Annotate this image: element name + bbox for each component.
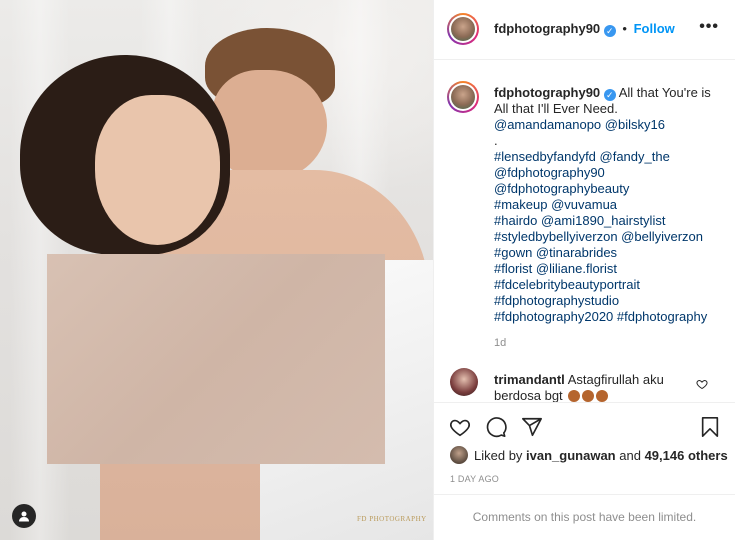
caption-mention[interactable]: @fdphotography90 xyxy=(494,165,724,181)
caption-timestamp[interactable]: 1d xyxy=(494,337,506,349)
more-options-icon[interactable]: ••• xyxy=(699,18,719,36)
save-button[interactable] xyxy=(698,415,722,439)
likes-and: and xyxy=(619,447,641,463)
author-avatar-image xyxy=(451,17,475,41)
caption-hashtag[interactable]: #styledbybellyiverzon @bellyiverzon xyxy=(494,229,724,245)
post-photo[interactable]: FD PHOTOGRAPHY xyxy=(0,0,433,540)
caption-mention[interactable]: @amandamanopo @bilsky16 xyxy=(494,117,724,133)
caption-line: . xyxy=(494,133,498,148)
verified-badge-icon: ✓ xyxy=(603,25,616,37)
caption-hashtag[interactable]: #florist @liliane.florist xyxy=(494,261,724,277)
caption-line: All that You're is xyxy=(618,85,711,100)
caption-hashtag[interactable]: #gown @tinarabrides xyxy=(494,245,724,261)
author-username[interactable]: fdphotography90 xyxy=(494,21,600,36)
caption-author-avatar[interactable] xyxy=(447,81,479,113)
comment-button[interactable] xyxy=(484,415,508,439)
caption-hashtag[interactable]: #fdcelebritybeautyportrait xyxy=(494,277,724,293)
photo-watermark: FD PHOTOGRAPHY xyxy=(357,515,427,523)
commenter-avatar[interactable] xyxy=(450,368,478,396)
heart-icon xyxy=(449,419,471,437)
verified-badge-icon: ✓ xyxy=(603,89,616,101)
post-caption: fdphotography90 ✓ All that You're is All… xyxy=(494,85,724,325)
user-tag-button[interactable] xyxy=(12,504,36,528)
censor-blur xyxy=(47,254,385,464)
caption-line: All that I'll Ever Need. xyxy=(494,101,618,116)
bookmark-icon xyxy=(701,417,719,437)
share-icon xyxy=(522,417,542,437)
separator-dot: • xyxy=(622,21,627,36)
post-header: fdphotography90 ✓ • Follow ••• xyxy=(434,0,735,60)
header-author-line: fdphotography90 ✓ • Follow xyxy=(494,21,675,37)
monkey-emoji-icon xyxy=(582,390,595,402)
liker-username[interactable]: ivan_gunawan xyxy=(526,448,616,463)
caption-mention[interactable]: @fdphotographybeauty xyxy=(494,181,724,197)
caption-hashtag[interactable]: #fdphotography2020 #fdphotography xyxy=(494,309,724,325)
caption-username[interactable]: fdphotography90 xyxy=(494,85,600,100)
follow-button[interactable]: Follow xyxy=(634,21,675,36)
liker-avatar[interactable] xyxy=(450,446,468,464)
like-button[interactable] xyxy=(448,415,472,439)
comment-icon xyxy=(486,417,507,438)
post-side-panel: fdphotography90 ✓ • Follow ••• fdphotogr… xyxy=(433,0,735,540)
comment-like-heart-icon[interactable] xyxy=(696,378,708,390)
photo-subject-face xyxy=(95,95,220,245)
caption-hashtag[interactable]: #makeup @vuvamua xyxy=(494,197,724,213)
likes-prefix: Liked by xyxy=(474,447,523,463)
user-tag-icon xyxy=(19,511,29,522)
commenter-username[interactable]: trimandantl xyxy=(494,372,565,387)
likes-summary: Liked by ivan_gunawan and 49,146 others xyxy=(450,446,728,464)
likes-count[interactable]: 49,146 others xyxy=(645,448,728,463)
comments-limited-notice: Comments on this post have been limited. xyxy=(434,494,735,540)
author-avatar-image xyxy=(451,85,475,109)
caption-hashtag[interactable]: #fdphotographystudio xyxy=(494,293,724,309)
monkey-emoji-icon xyxy=(596,390,609,402)
post-date[interactable]: 1 DAY AGO xyxy=(450,474,499,484)
share-button[interactable] xyxy=(520,415,544,439)
caption-hashtag[interactable]: #hairdo @ami1890_hairstylist xyxy=(494,213,724,229)
monkey-emoji-icon xyxy=(568,390,581,402)
author-avatar[interactable] xyxy=(447,13,479,45)
caption-hashtag[interactable]: #lensedbyfandyfd @fandy_the xyxy=(494,149,724,165)
